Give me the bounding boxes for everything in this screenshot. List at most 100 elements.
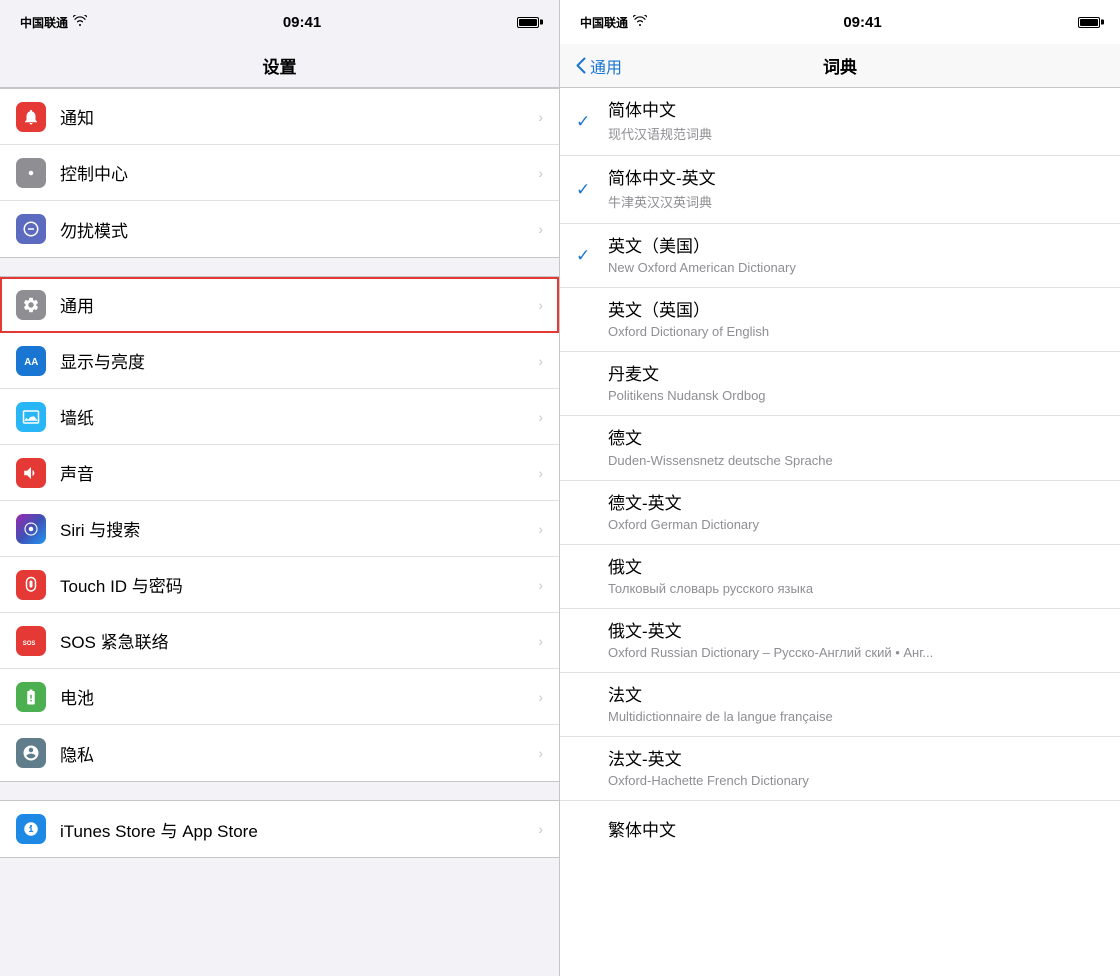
- label-sos: SOS 紧急联络: [60, 628, 538, 653]
- dict-item-en-us[interactable]: ✓英文（美国）New Oxford American Dictionary: [560, 224, 1120, 288]
- right-battery-area: [1078, 17, 1100, 28]
- dict-name-russian-en: 俄文-英文: [608, 621, 1104, 643]
- label-touchid: Touch ID 与密码: [60, 572, 538, 597]
- dict-check-simplified-zh-en: ✓: [576, 180, 600, 200]
- dict-name-german-en: 德文-英文: [608, 493, 1104, 515]
- dict-text-german-en: 德文-英文 Oxford German Dictionary: [608, 493, 1104, 532]
- icon-sounds: [16, 458, 46, 488]
- settings-item-wallpaper[interactable]: 墙纸›: [0, 389, 559, 445]
- dict-item-french-en[interactable]: 法文-英文 Oxford-Hachette French Dictionary: [560, 737, 1120, 801]
- chevron-icon: ›: [538, 165, 543, 181]
- svg-text:SOS: SOS: [23, 640, 36, 646]
- dict-name-en-us: 英文（美国）: [608, 236, 1104, 258]
- chevron-icon: ›: [538, 353, 543, 369]
- settings-item-general[interactable]: 通用›: [0, 277, 559, 333]
- dict-name-danish: 丹麦文: [608, 364, 1104, 386]
- dict-text-german: 德文Duden-Wissensnetz deutsche Sprache: [608, 428, 1104, 467]
- chevron-icon: ›: [538, 465, 543, 481]
- chevron-icon: ›: [538, 109, 543, 125]
- dict-name-german: 德文: [608, 428, 1104, 450]
- page-title: 设置: [263, 53, 297, 78]
- dict-name-simplified-zh: 简体中文: [608, 100, 1104, 122]
- dict-sub-en-us: New Oxford American Dictionary: [608, 260, 1104, 275]
- dict-item-russian-en[interactable]: 俄文-英文 Oxford Russian Dictionary – Русско-…: [560, 609, 1120, 673]
- label-display: 显示与亮度: [60, 348, 538, 373]
- back-label: 通用: [590, 54, 622, 78]
- right-battery-icon: [1078, 17, 1100, 28]
- dict-text-simplified-zh: 简体中文现代汉语规范词典: [608, 100, 1104, 143]
- dict-item-en-uk[interactable]: 英文（英国）Oxford Dictionary of English: [560, 288, 1120, 352]
- dictionary-list: ✓简体中文现代汉语规范词典✓ 简体中文-英文牛津英汉汉英词典✓ 英文（美国） New …: [560, 88, 1120, 976]
- settings-item-touchid[interactable]: Touch ID 与密码›: [0, 557, 559, 613]
- svg-text:AA: AA: [24, 356, 38, 367]
- left-page-title-bar: 设置: [0, 44, 559, 88]
- settings-item-privacy[interactable]: 隐私›: [0, 725, 559, 781]
- dict-name-traditional-zh: 繁体中文: [608, 820, 1104, 842]
- icon-display: AA: [16, 346, 46, 376]
- dict-sub-simplified-zh-en: 牛津英汉汉英词典: [608, 192, 1104, 211]
- label-battery: 电池: [60, 684, 538, 709]
- icon-wallpaper: [16, 402, 46, 432]
- settings-item-dnd[interactable]: 勿扰模式›: [0, 201, 559, 257]
- dict-name-french-en: 法文-英文: [608, 749, 1104, 771]
- chevron-icon: ›: [538, 221, 543, 237]
- label-sounds: 声音: [60, 460, 538, 485]
- chevron-icon: ›: [538, 821, 543, 837]
- chevron-icon: ›: [538, 409, 543, 425]
- label-wallpaper: 墙纸: [60, 404, 538, 429]
- icon-battery: [16, 682, 46, 712]
- settings-item-display[interactable]: AA 显示与亮度›: [0, 333, 559, 389]
- dict-text-french: 法文Multidictionnaire de la langue françai…: [608, 685, 1104, 724]
- dict-text-french-en: 法文-英文 Oxford-Hachette French Dictionary: [608, 749, 1104, 788]
- back-button[interactable]: 通用: [560, 54, 638, 78]
- icon-general: [16, 290, 46, 320]
- settings-item-sounds[interactable]: 声音›: [0, 445, 559, 501]
- right-carrier-text: 中国联通: [580, 14, 628, 31]
- icon-notifications: [16, 102, 46, 132]
- label-control-center: 控制中心: [60, 160, 538, 185]
- dict-item-simplified-zh-en[interactable]: ✓ 简体中文-英文牛津英汉汉英词典: [560, 156, 1120, 224]
- right-nav-bar: 通用 词典: [560, 44, 1120, 88]
- left-battery: [517, 17, 539, 28]
- dict-text-en-us: 英文（美国） New Oxford American Dictionary: [608, 236, 1104, 275]
- label-general: 通用: [60, 292, 538, 317]
- chevron-icon: ›: [538, 297, 543, 313]
- label-notifications: 通知: [60, 104, 538, 129]
- label-privacy: 隐私: [60, 741, 538, 766]
- dict-item-russian[interactable]: 俄文Толковый словарь русского языка: [560, 545, 1120, 609]
- dict-sub-french-en: Oxford-Hachette French Dictionary: [608, 773, 1104, 788]
- icon-sos: SOS: [16, 626, 46, 656]
- settings-item-notifications[interactable]: 通知›: [0, 89, 559, 145]
- dict-text-simplified-zh-en: 简体中文-英文牛津英汉汉英词典: [608, 168, 1104, 211]
- dict-item-french[interactable]: 法文Multidictionnaire de la langue françai…: [560, 673, 1120, 737]
- right-status-bar: 中国联通 09:41: [560, 0, 1120, 44]
- dict-name-russian: 俄文: [608, 557, 1104, 579]
- dict-sub-german-en: Oxford German Dictionary: [608, 517, 1104, 532]
- label-siri: Siri 与搜索: [60, 516, 538, 541]
- dict-text-en-uk: 英文（英国）Oxford Dictionary of English: [608, 300, 1104, 339]
- dict-sub-russian-en: Oxford Russian Dictionary – Русско-Англи…: [608, 645, 1104, 660]
- settings-item-siri[interactable]: Siri 与搜索›: [0, 501, 559, 557]
- settings-item-sos[interactable]: SOSSOS 紧急联络›: [0, 613, 559, 669]
- dict-name-simplified-zh-en: 简体中文-英文: [608, 168, 1104, 190]
- dict-text-russian-en: 俄文-英文 Oxford Russian Dictionary – Русско-…: [608, 621, 1104, 660]
- chevron-icon: ›: [538, 745, 543, 761]
- icon-itunes: [16, 814, 46, 844]
- dict-sub-french: Multidictionnaire de la langue française: [608, 709, 1104, 724]
- settings-item-itunes[interactable]: iTunes Store 与 App Store›: [0, 801, 559, 857]
- label-dnd: 勿扰模式: [60, 217, 538, 242]
- left-status-bar: 中国联通 09:41: [0, 0, 559, 44]
- dict-item-german[interactable]: 德文Duden-Wissensnetz deutsche Sprache: [560, 416, 1120, 480]
- left-time: 09:41: [283, 14, 321, 31]
- battery-icon: [517, 17, 539, 28]
- icon-dnd: [16, 214, 46, 244]
- dict-item-german-en[interactable]: 德文-英文 Oxford German Dictionary: [560, 481, 1120, 545]
- settings-item-battery[interactable]: 电池›: [0, 669, 559, 725]
- settings-item-control-center[interactable]: 控制中心›: [0, 145, 559, 201]
- icon-control-center: [16, 158, 46, 188]
- dict-item-danish[interactable]: 丹麦文Politikens Nudansk Ordbog: [560, 352, 1120, 416]
- right-carrier: 中国联通: [580, 14, 647, 31]
- icon-siri: [16, 514, 46, 544]
- dict-item-traditional-zh[interactable]: 繁体中文: [560, 801, 1120, 861]
- dict-item-simplified-zh[interactable]: ✓简体中文现代汉语规范词典: [560, 88, 1120, 156]
